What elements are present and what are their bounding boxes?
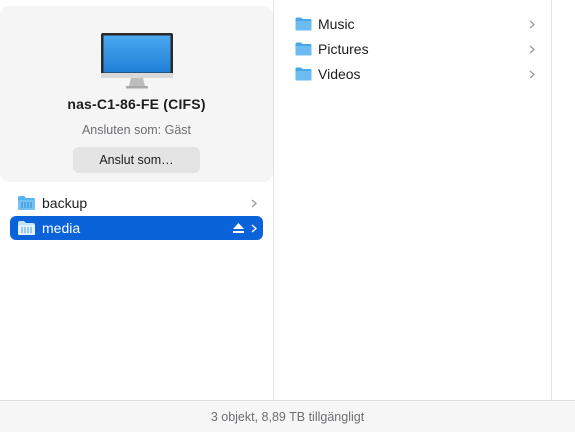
server-info-card: nas-C1-86-FE (CIFS) Ansluten som: Gäst A… — [0, 6, 273, 182]
share-item-label: backup — [42, 195, 88, 211]
share-folder-icon — [18, 221, 35, 235]
list-item-music[interactable]: Music — [295, 13, 535, 35]
server-name: nas-C1-86-FE (CIFS) — [67, 96, 206, 112]
chevron-right-icon — [251, 224, 257, 232]
list-item-label: Music — [318, 16, 355, 32]
monitor-icon — [101, 33, 173, 89]
share-item-label: media — [42, 220, 81, 236]
chevron-right-icon — [529, 45, 535, 53]
server-pane: nas-C1-86-FE (CIFS) Ansluten som: Gäst A… — [0, 0, 274, 400]
folder-icon — [295, 17, 312, 31]
connection-status: Ansluten som: Gäst — [81, 123, 192, 137]
folder-contents-pane: Music Pictures Videos — [275, 0, 551, 400]
next-column-pane — [551, 0, 575, 400]
connect-as-button[interactable]: Anslut som… — [73, 147, 200, 173]
folder-icon — [295, 67, 312, 81]
share-item-media[interactable]: media — [10, 216, 263, 240]
list-item-pictures[interactable]: Pictures — [295, 38, 535, 60]
share-folder-icon — [18, 196, 35, 210]
status-text: 3 objekt, 8,89 TB tillgängligt — [210, 409, 365, 424]
list-item-label: Videos — [318, 66, 361, 82]
list-item-videos[interactable]: Videos — [295, 63, 535, 85]
status-bar: 3 objekt, 8,89 TB tillgängligt — [0, 400, 575, 432]
folder-icon — [295, 42, 312, 56]
list-item-label: Pictures — [318, 41, 369, 57]
chevron-right-icon — [529, 70, 535, 78]
eject-icon[interactable] — [232, 222, 245, 234]
chevron-right-icon — [251, 199, 257, 207]
share-item-backup[interactable]: backup — [10, 191, 263, 215]
chevron-right-icon — [529, 20, 535, 28]
